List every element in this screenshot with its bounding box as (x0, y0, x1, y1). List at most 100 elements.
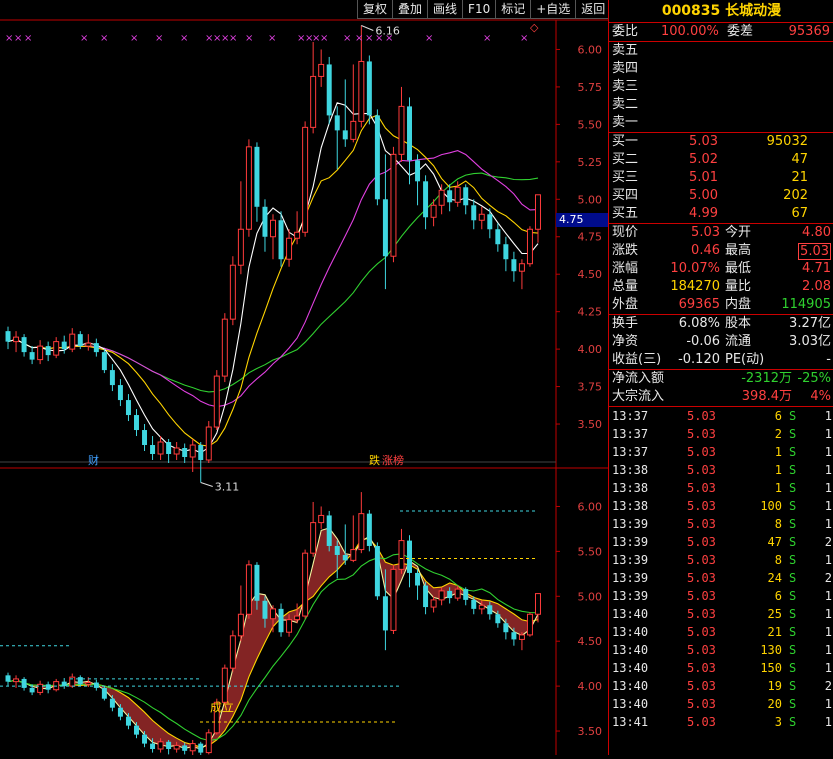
sub-candle (366, 513, 372, 546)
fund-label: PE(动) (725, 352, 765, 367)
annotation-label: 成立 (210, 699, 234, 714)
tick-row[interactable]: 13:40 5.03 19 S 2 (609, 677, 833, 695)
tick-count: 1 (824, 409, 832, 423)
sub-candle (254, 564, 260, 601)
ask-label: 卖五 (612, 43, 639, 58)
fundamental-stats: 换手 6.08% 股本 3.27亿 净资 -0.06 流通 3.03亿 收益(三) -0.120 P… (609, 315, 833, 370)
main-candle (205, 426, 212, 461)
sub-slow-line (7, 538, 539, 748)
bid-label: 买二 (612, 152, 639, 167)
stock-title[interactable]: 000835 长城动漫 (609, 0, 833, 23)
tick-row[interactable]: 13:39 5.03 6 S 1 (609, 587, 833, 605)
tick-volume: 3 (774, 715, 782, 729)
tick-side: S (789, 715, 797, 729)
tick-side: S (789, 643, 797, 657)
tick-time: 13:40 (612, 697, 649, 711)
bid-row: 买二 5.02 47 (609, 151, 833, 169)
tick-count: 1 (824, 661, 832, 675)
high-pointer (361, 25, 374, 31)
bid-label: 买五 (612, 206, 639, 221)
price-axis-label: 6.00 (578, 43, 603, 56)
signal-mark: × (385, 33, 393, 44)
toolbar-button[interactable]: 返回 (575, 0, 611, 19)
event-mark-down: 跌 (369, 453, 380, 467)
toolbar-button[interactable]: F10 (462, 0, 496, 19)
signal-mark: × (365, 33, 373, 44)
toolbar-button[interactable]: 标记 (495, 0, 531, 19)
tick-row[interactable]: 13:37 5.03 2 S 1 (609, 425, 833, 443)
tick-row[interactable]: 13:37 5.03 1 S 1 (609, 443, 833, 461)
tick-time: 13:39 (612, 589, 649, 603)
bid-volume: 21 (791, 170, 808, 185)
tick-row[interactable]: 13:40 5.03 130 S 1 (609, 641, 833, 659)
tick-time: 13:40 (612, 661, 649, 675)
toolbar-button[interactable]: +自选 (530, 0, 576, 19)
ask-label: 卖一 (612, 115, 639, 130)
sub-candle (526, 613, 533, 636)
toolbar-button[interactable]: 画线 (427, 0, 463, 19)
sub-candle (350, 549, 357, 561)
tick-row[interactable]: 13:38 5.03 1 S 1 (609, 461, 833, 479)
signal-mark: × (5, 33, 13, 44)
tick-row[interactable]: 13:39 5.03 8 S 1 (609, 515, 833, 533)
tick-row[interactable]: 13:38 5.03 1 S 1 (609, 479, 833, 497)
chart-area[interactable]: 6.00 5.75 5.50 5.25 5.00 4.75 4.50 4.25 4.00 3.75… (0, 0, 608, 759)
tick-row[interactable]: 13:39 5.03 8 S 1 (609, 551, 833, 569)
main-candle (310, 75, 317, 128)
sub-candle (398, 540, 405, 570)
tick-list[interactable]: 13:37 5.03 6 S 1 13:37 5.03 2 S 1 13:37 5.03 1 S 1 13:3… (609, 407, 833, 731)
ma5-line (7, 102, 539, 454)
tick-time: 13:39 (612, 553, 649, 567)
sub-candle (77, 677, 83, 685)
tick-volume: 8 (774, 553, 782, 567)
main-candle (302, 126, 309, 233)
tick-row[interactable]: 13:41 5.03 3 S 1 (609, 713, 833, 731)
kline-chart[interactable]: 6.00 5.75 5.50 5.25 5.00 4.75 4.50 4.25 4.00 3.75… (0, 0, 608, 759)
stat-value: 184270 (670, 279, 720, 294)
toolbar-button[interactable]: 复权 (357, 0, 393, 19)
tick-time: 13:41 (612, 715, 649, 729)
tick-row[interactable]: 13:37 5.03 6 S 1 (609, 407, 833, 425)
tick-price: 5.03 (687, 607, 716, 621)
tick-count: 2 (824, 571, 832, 585)
tick-side: S (789, 571, 797, 585)
tick-row[interactable]: 13:40 5.03 20 S 1 (609, 695, 833, 713)
stat-value: 4.71 (802, 261, 831, 276)
main-candle (526, 228, 533, 265)
tick-row[interactable]: 13:38 5.03 100 S 1 (609, 497, 833, 515)
main-candle (93, 343, 99, 353)
tick-row[interactable]: 13:40 5.03 21 S 1 (609, 623, 833, 641)
tick-price: 5.03 (687, 643, 716, 657)
flow-value: 398.4万 (741, 389, 792, 404)
tick-row[interactable]: 13:39 5.03 24 S 2 (609, 569, 833, 587)
bid-price: 5.02 (689, 152, 718, 167)
sub-candle (61, 681, 67, 687)
signal-mark: × (483, 33, 491, 44)
ask-row: 卖五 (609, 42, 833, 60)
tick-count: 2 (824, 679, 832, 693)
tick-count: 1 (824, 715, 832, 729)
price-axis-label: 3.50 (578, 725, 603, 738)
main-candle (511, 259, 517, 272)
fund-value: 3.27亿 (789, 316, 831, 331)
sub-trend-line (7, 553, 539, 742)
main-candle (182, 448, 188, 457)
stat-value: 5.03 (691, 225, 720, 240)
main-candle (398, 105, 405, 155)
sub-candle (150, 743, 156, 749)
fund-row: 收益(三) -0.120 PE(动) - (609, 351, 833, 369)
tick-row[interactable]: 13:39 5.03 47 S 2 (609, 533, 833, 551)
tick-row[interactable]: 13:40 5.03 150 S 1 (609, 659, 833, 677)
sub-candle (454, 588, 461, 599)
main-candle (374, 115, 380, 200)
stat-label: 涨跌 (612, 243, 639, 258)
flow-row: 大宗流入 398.4万 4% (609, 388, 833, 406)
main-candle (37, 345, 44, 361)
main-candle (438, 189, 445, 206)
toolbar-button[interactable]: 叠加 (392, 0, 428, 19)
fund-label: 收益(三) (612, 352, 662, 367)
stat-label: 量比 (725, 279, 752, 294)
tick-row[interactable]: 13:40 5.03 25 S 1 (609, 605, 833, 623)
tick-time: 13:39 (612, 571, 649, 585)
bid-volume: 47 (791, 152, 808, 167)
